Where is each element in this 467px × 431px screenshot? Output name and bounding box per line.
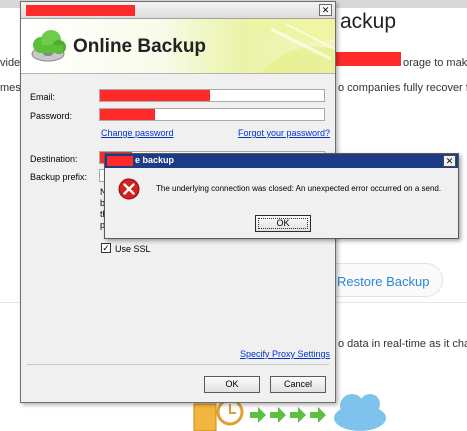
redaction-bar: [26, 5, 135, 16]
error-titlebar[interactable]: e backup ✕: [105, 154, 458, 168]
cloud-disc-logo-icon: [31, 30, 66, 62]
page-text-right-2: o companies fully recover fro: [338, 82, 467, 94]
dialog-titlebar[interactable]: ✕: [21, 2, 335, 19]
dialog-banner: Online Backup: [21, 19, 335, 74]
page-text-lower: o data in real-time as it chang: [338, 338, 467, 350]
error-title: e backup: [135, 155, 175, 165]
password-field[interactable]: [99, 108, 325, 121]
close-icon[interactable]: ✕: [319, 4, 332, 16]
use-ssl-checkbox[interactable]: ✓: [101, 243, 111, 253]
ok-button[interactable]: OK: [204, 376, 260, 393]
error-message: The underlying connection was closed: An…: [156, 184, 442, 193]
page-text-left-1: vide: [0, 57, 21, 69]
use-ssl-label: Use SSL: [115, 244, 151, 254]
email-field[interactable]: [99, 89, 325, 102]
redaction-bar: [107, 156, 133, 166]
cloud-icon: [334, 394, 386, 431]
restore-backup-label: Restore Backup: [337, 274, 430, 289]
page-heading: ackup: [340, 10, 397, 33]
error-x-icon: [118, 178, 140, 200]
change-password-link[interactable]: Change password: [101, 128, 174, 138]
password-label: Password:: [30, 111, 73, 121]
destination-label: Destination:: [30, 154, 78, 164]
proxy-settings-link[interactable]: Specify Proxy Settings: [240, 349, 330, 359]
dialog-divider: [27, 364, 329, 365]
page-text-right-1: orage to make: [403, 57, 467, 69]
banner-decoration: [241, 19, 335, 73]
page-text-left-2: mes: [0, 82, 21, 94]
screen: ackup vide orage to make mes o companies…: [0, 0, 467, 431]
redaction-bar: [100, 109, 155, 120]
green-arrows-icon: [250, 407, 326, 423]
redaction-bar: [100, 90, 210, 101]
cancel-button[interactable]: Cancel: [270, 376, 326, 393]
email-label: Email:: [30, 92, 56, 102]
close-icon[interactable]: ✕: [443, 155, 456, 167]
backup-prefix-label: Backup prefix:: [30, 172, 88, 182]
error-dialog: e backup ✕ The underlying connection was…: [104, 153, 459, 239]
forgot-password-link[interactable]: Forgot your password?: [238, 128, 330, 138]
document-icon: [193, 403, 217, 431]
error-ok-button[interactable]: OK: [255, 215, 311, 232]
app-title: Online Backup: [73, 36, 207, 57]
